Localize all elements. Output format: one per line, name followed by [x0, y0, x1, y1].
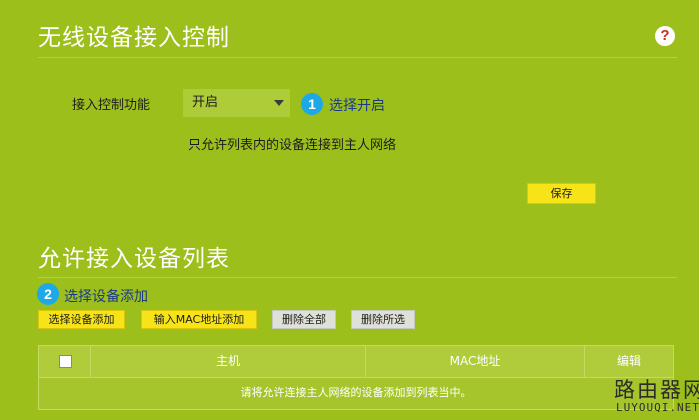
delete-selected-button[interactable]: 删除所选	[351, 310, 415, 329]
column-header-host: 主机	[215, 354, 240, 368]
column-header-mac: MAC地址	[449, 354, 501, 368]
table-header: 主机 MAC地址 编辑	[39, 346, 673, 377]
access-control-select[interactable]: 开启	[183, 89, 290, 117]
column-header-edit: 编辑	[616, 354, 641, 368]
section-title-access-control: 无线设备接入控制	[38, 25, 230, 51]
delete-all-button[interactable]: 删除全部	[272, 310, 336, 329]
table-empty-message: 请将允许连接主人网络的设备添加到列表当中。	[39, 377, 673, 409]
access-control-select-value: 开启	[192, 95, 219, 110]
input-mac-add-button[interactable]: 输入MAC地址添加	[141, 310, 257, 329]
select-device-add-button[interactable]: 选择设备添加	[38, 310, 125, 329]
step-1-hint: 选择开启	[329, 98, 385, 114]
help-icon[interactable]: ?	[655, 26, 675, 46]
watermark-en: LUYOUQI.NET	[616, 401, 699, 414]
save-button[interactable]: 保存	[527, 183, 596, 204]
step-2-badge: 2	[37, 283, 59, 305]
watermark-cn: 路由器网	[614, 378, 699, 402]
section-divider	[38, 57, 677, 58]
section-divider-2	[38, 277, 677, 278]
caret-down-icon	[274, 100, 284, 106]
access-control-function-label: 接入控制功能	[72, 98, 151, 113]
step-1-badge: 1	[301, 93, 323, 115]
access-control-description: 只允许列表内的设备连接到主人网络	[188, 138, 397, 153]
section-title-device-list: 允许接入设备列表	[38, 246, 230, 272]
step-2-hint: 选择设备添加	[64, 289, 148, 305]
device-table: 主机 MAC地址 编辑 请将允许连接主人网络的设备添加到列表当中。	[38, 345, 674, 410]
select-all-checkbox[interactable]	[59, 355, 72, 368]
